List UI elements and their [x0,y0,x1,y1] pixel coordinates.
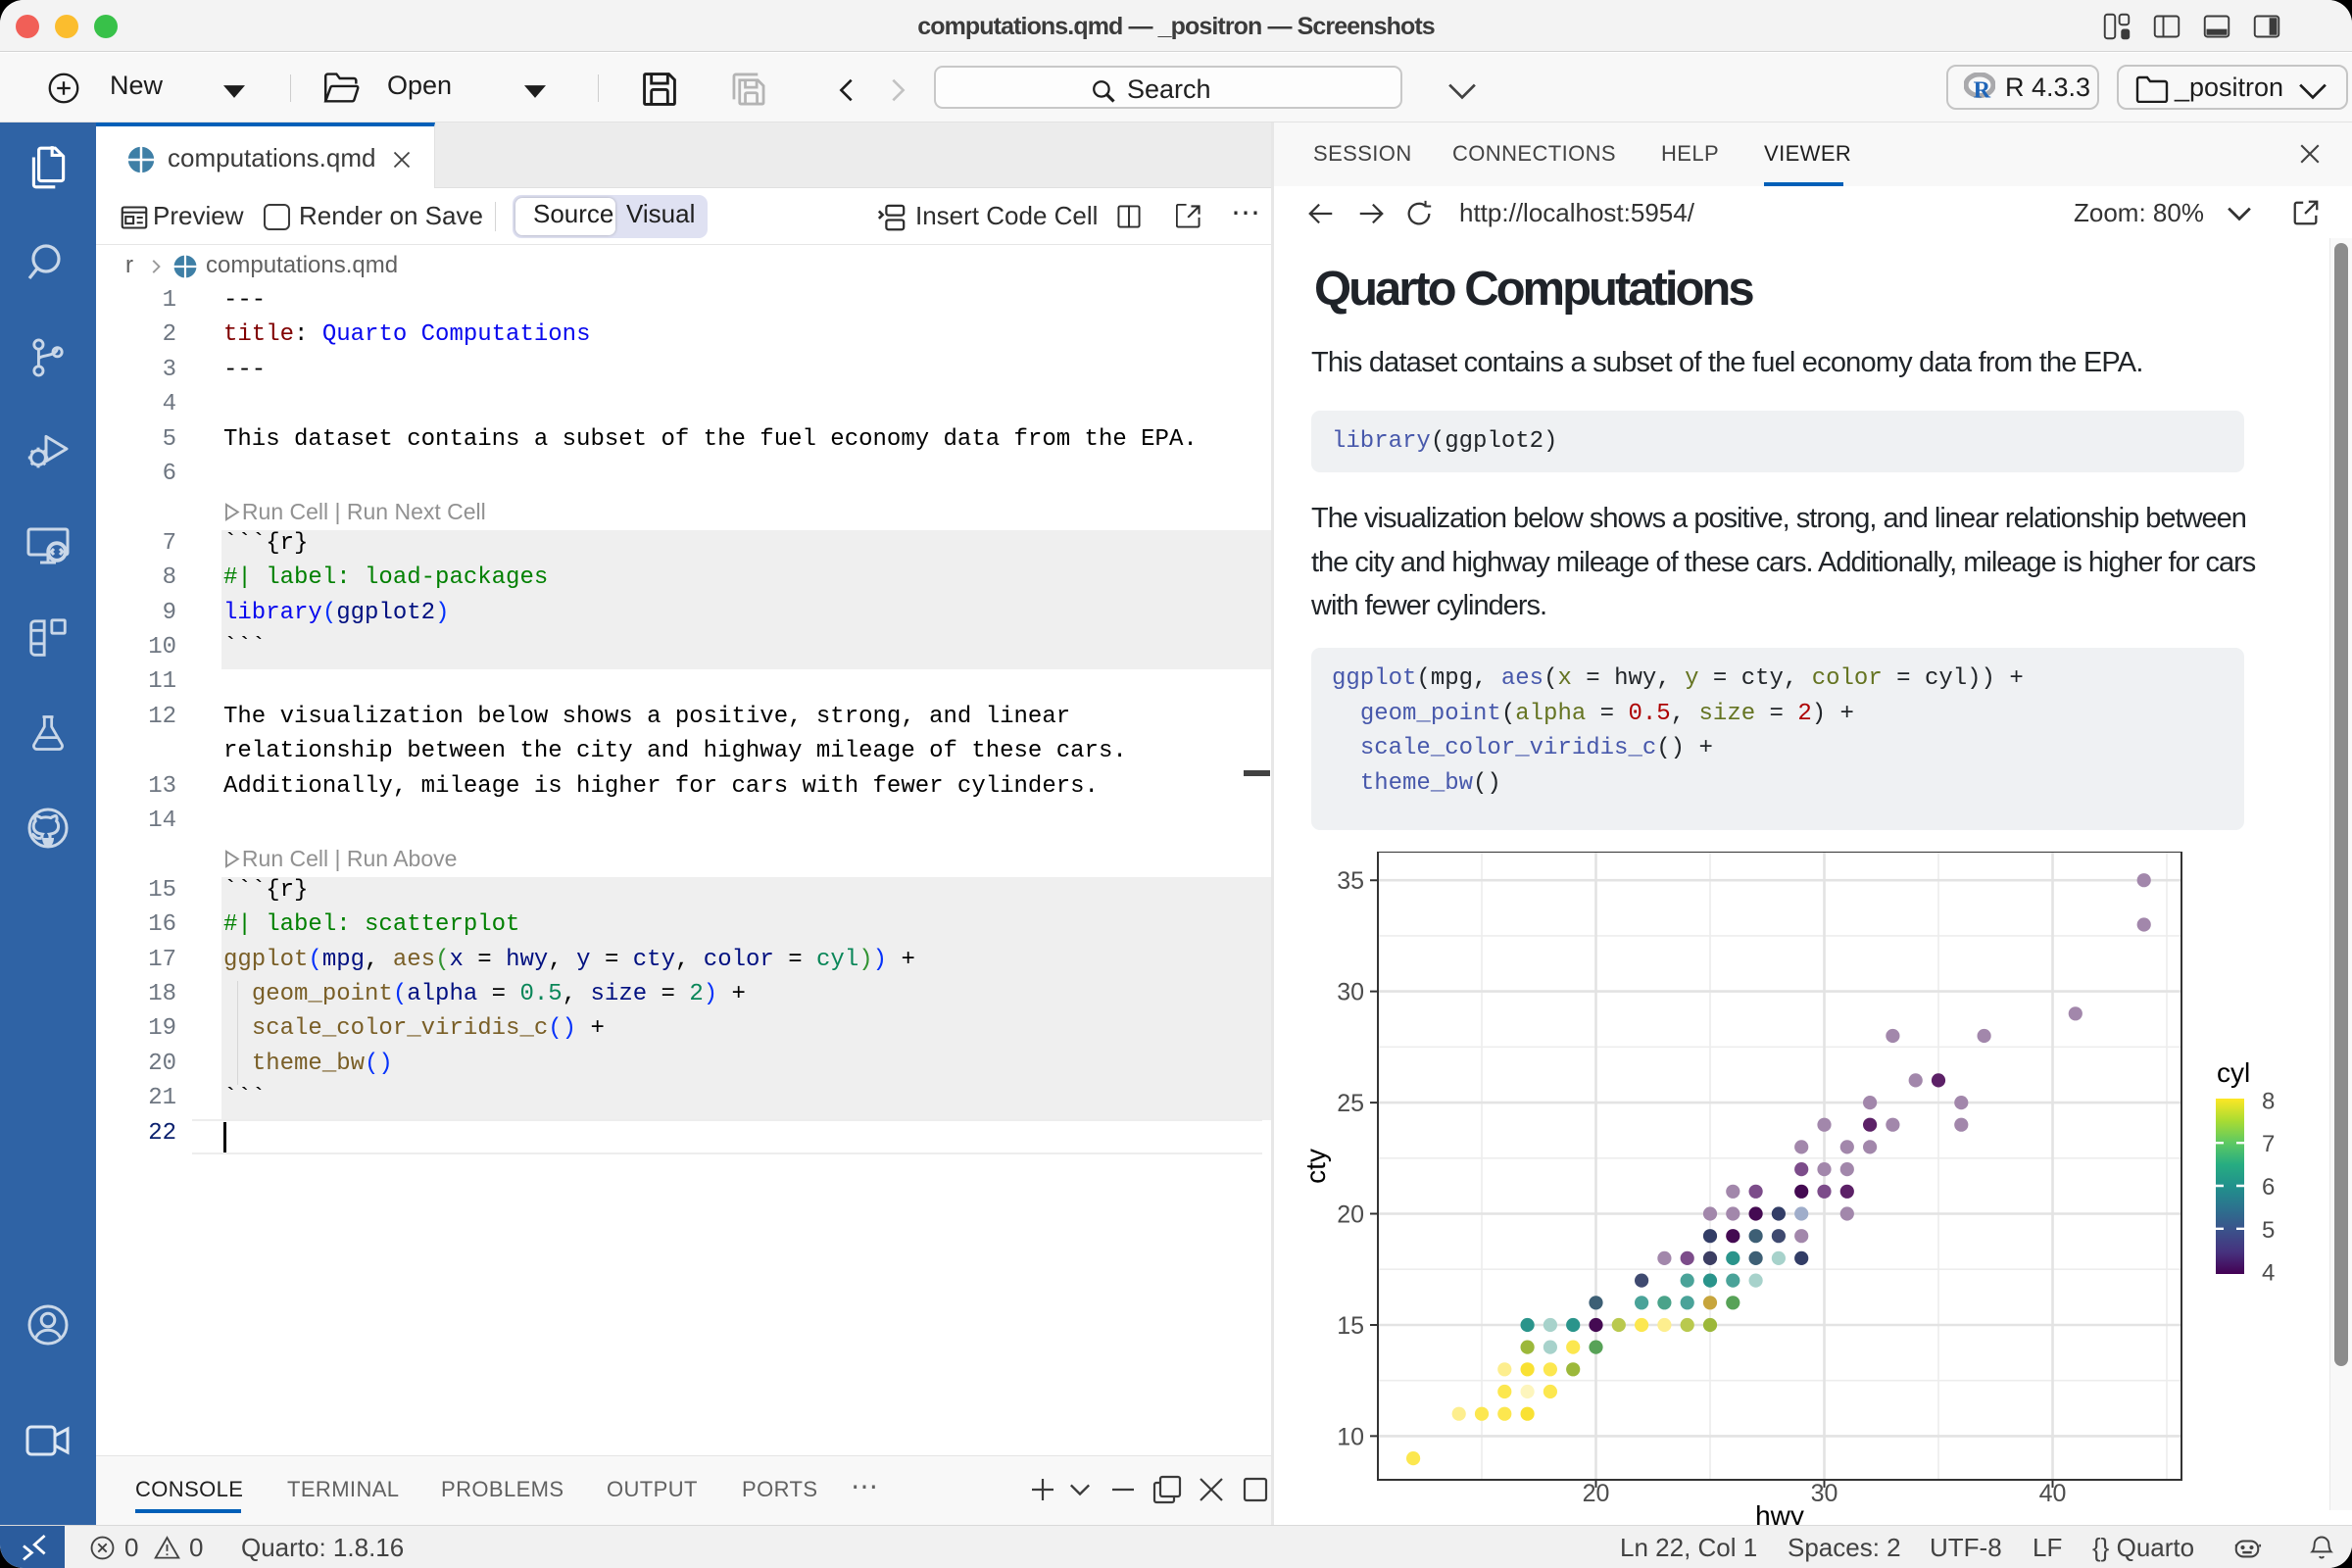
svg-text:30: 30 [1337,979,1364,1006]
svg-text:5: 5 [2262,1217,2275,1244]
svg-text:cyl: cyl [2217,1057,2250,1088]
svg-text:20: 20 [1337,1201,1364,1229]
svg-text:7: 7 [2262,1131,2275,1157]
svg-text:25: 25 [1337,1090,1364,1117]
svg-text:15: 15 [1337,1312,1364,1340]
svg-text:6: 6 [2262,1174,2275,1200]
svg-text:8: 8 [2262,1088,2275,1114]
svg-text:4: 4 [2262,1260,2275,1287]
svg-text:R: R [1974,76,1991,100]
svg-text:20: 20 [1583,1480,1610,1507]
svg-text:cty: cty [1300,1149,1331,1184]
svg-text:10: 10 [1337,1423,1364,1450]
svg-text:40: 40 [2039,1480,2067,1507]
svg-text:hwy: hwy [1755,1500,1804,1525]
svg-text:30: 30 [1811,1480,1838,1507]
svg-text:35: 35 [1337,867,1364,895]
